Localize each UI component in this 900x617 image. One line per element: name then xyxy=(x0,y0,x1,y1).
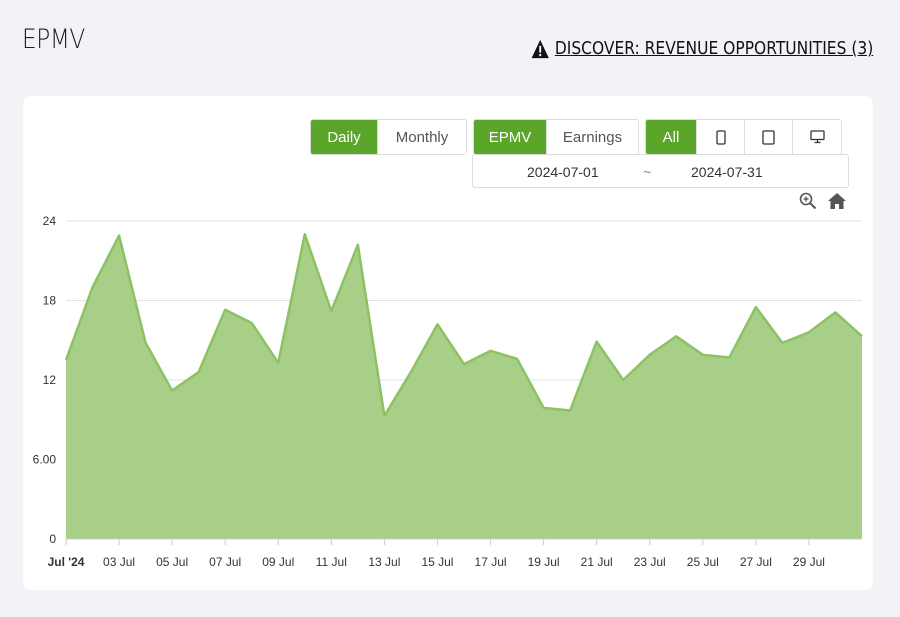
x-tick-label: 05 Jul xyxy=(156,555,188,569)
warning-icon xyxy=(531,39,549,58)
x-tick-label: 17 Jul xyxy=(475,555,507,569)
x-tick-label: 03 Jul xyxy=(103,555,135,569)
y-tick-label: 0 xyxy=(49,532,56,546)
y-tick-label: 6.00 xyxy=(33,453,57,467)
x-tick-label: 21 Jul xyxy=(581,555,613,569)
x-tick-label: 09 Jul xyxy=(262,555,294,569)
discover-label: DISCOVER: REVENUE OPPORTUNITIES (3) xyxy=(554,38,873,59)
x-tick-label: 25 Jul xyxy=(687,555,719,569)
y-tick-label: 12 xyxy=(43,373,57,387)
x-tick-label: 07 Jul xyxy=(209,555,241,569)
discover-revenue-link[interactable]: DISCOVER: REVENUE OPPORTUNITIES (3) xyxy=(531,38,873,59)
area-fill xyxy=(66,234,862,539)
epmv-area-chart: 0 6.00 12 18 24 Jul '24 03 Jul 05 Jul 07 Jul 09 J… xyxy=(33,214,863,569)
y-tick-label: 18 xyxy=(43,294,57,308)
x-tick-label: 19 Jul xyxy=(528,555,560,569)
x-tick-label: 15 Jul xyxy=(421,555,453,569)
chart-card: Daily Monthly EPMV Earnings All 2024-07-… xyxy=(23,96,873,590)
page-title: EPMV xyxy=(22,24,85,55)
x-tick-label: Jul '24 xyxy=(48,555,85,569)
x-tick-label: 29 Jul xyxy=(793,555,825,569)
x-tick-label: 23 Jul xyxy=(634,555,666,569)
y-tick-label: 24 xyxy=(43,214,57,228)
x-tick-label: 27 Jul xyxy=(740,555,772,569)
x-tick-label: 11 Jul xyxy=(316,555,347,569)
x-tick-label: 13 Jul xyxy=(368,555,400,569)
